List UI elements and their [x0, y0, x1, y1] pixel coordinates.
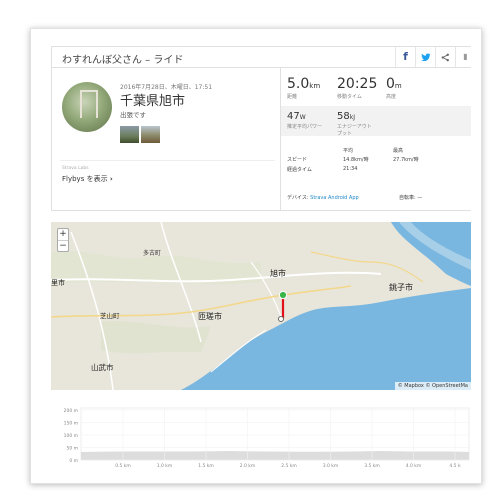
speed-label: スピード: [287, 157, 308, 163]
end-marker: [278, 316, 284, 322]
energy-value: 58: [337, 111, 350, 122]
energy-unit: kJ: [349, 114, 355, 121]
strava-labs-label: Strava Labs: [62, 166, 89, 171]
map-canvas[interactable]: 旭市 銚子市 匝瑳市 芝山町 山武市 多古町 里市: [51, 222, 471, 390]
stats-panel: 5.0km 距離 20:25 移動タイム 0m 高度 47W 推定平均パワー 5…: [281, 68, 471, 211]
twitter-icon[interactable]: [415, 47, 435, 67]
stat-moving-time: 20:25 移動タイム: [337, 76, 377, 100]
moving-time-label: 移動タイム: [337, 94, 362, 100]
power-label: 推定平均パワー: [287, 124, 323, 130]
like-icon[interactable]: ▮: [455, 47, 475, 67]
bike-value: —: [417, 195, 423, 201]
stat-distance: 5.0km 距離: [287, 76, 320, 100]
device-link[interactable]: Strava Android App: [310, 195, 359, 201]
zoom-out-button[interactable]: −: [58, 240, 68, 251]
photo-thumbnail[interactable]: [141, 126, 160, 143]
map-label-asahi: 旭市: [270, 268, 286, 278]
power-value: 47: [287, 111, 300, 122]
moving-time-value: 20:25: [337, 76, 378, 92]
divider: [60, 160, 275, 161]
elapsed-avg: 21:34: [343, 166, 358, 172]
map-label-tako: 多古町: [143, 249, 161, 257]
map-label-choshi: 銚子市: [389, 282, 413, 292]
zoom-in-button[interactable]: +: [58, 229, 68, 240]
bike-info: 自転車: —: [399, 194, 422, 201]
elevation-unit: m: [394, 82, 402, 90]
activity-header: わすれんぼ父さん – ライド f ▮: [51, 46, 471, 68]
y-tick-label: 150 m: [64, 421, 78, 427]
y-tick-label: 0 m: [69, 458, 78, 464]
activity-description: 出張です: [120, 111, 146, 119]
x-tick-label: 2.0 km: [240, 463, 256, 469]
bike-label: 自転車:: [399, 195, 416, 201]
share-icon[interactable]: [435, 47, 455, 67]
chevron-right-icon: ›: [109, 175, 113, 183]
power-unit: W: [299, 114, 306, 121]
activity-card: わすれんぼ父さん – ライド f ▮ 2016年7月28日、木曜日、17:51 …: [30, 28, 482, 484]
energy-label-line1: エナジーアウト: [337, 124, 372, 130]
x-tick-label: 1.0 km: [157, 463, 173, 469]
activity-content: わすれんぼ父さん – ライド f ▮ 2016年7月28日、木曜日、17:51 …: [51, 46, 481, 476]
x-tick-label: 0.5 km: [115, 463, 131, 469]
elevation-label: 高度: [386, 94, 397, 100]
distance-label: 距離: [287, 94, 298, 100]
table-header-max: 最高: [393, 148, 404, 154]
speed-avg: 14.8km/時: [343, 157, 369, 163]
device-label: デバイス:: [287, 195, 309, 201]
elevation-chart-canvas[interactable]: 200 m 150 m 100 m 50 m 0 m 0.5 km 1.0 km 1.5 k…: [51, 400, 471, 470]
activity-title: わすれんぼ父さん – ライド: [62, 55, 184, 66]
flybys-link[interactable]: Flybys を表示 ›: [62, 174, 113, 184]
elevation-profile: [81, 451, 469, 460]
flybys-link-text: Flybys を表示: [62, 175, 108, 183]
x-tick-label: 3.0 km: [323, 463, 339, 469]
elevation-value: 0: [386, 76, 395, 92]
map-attribution[interactable]: © Mapbox © OpenStreetMa: [394, 382, 471, 390]
route-map[interactable]: 旭市 銚子市 匝瑳市 芝山町 山武市 多古町 里市 + − © Mapbox ©…: [51, 222, 471, 390]
x-tick-label: 4.5 k: [449, 463, 461, 469]
map-label-sanmu: 山武市: [91, 362, 114, 372]
elevation-chart[interactable]: 200 m 150 m 100 m 50 m 0 m 0.5 km 1.0 km 1.5 k…: [51, 400, 471, 470]
x-tick-label: 4.0 km: [406, 463, 422, 469]
x-tick-label: 1.5 km: [198, 463, 214, 469]
map-label-sato: 里市: [51, 278, 65, 287]
table-header-avg: 平均: [343, 148, 354, 154]
photo-thumbnail[interactable]: [120, 126, 139, 143]
map-label-sosa: 匝瑳市: [198, 311, 222, 321]
zoom-control: + −: [57, 228, 69, 252]
map-label-shibayama: 芝山町: [100, 311, 120, 320]
avatar[interactable]: [62, 82, 112, 132]
stat-energy: 58kJ エナジーアウト プット: [337, 111, 372, 137]
y-tick-label: 100 m: [64, 433, 78, 439]
distance-value: 5.0: [287, 76, 310, 92]
activity-location: 千葉県旭市: [120, 94, 186, 109]
distance-unit: km: [309, 82, 321, 90]
device-info: デバイス: Strava Android App: [287, 194, 359, 201]
activity-info-panel: 2016年7月28日、木曜日、17:51 千葉県旭市 出張です Strava L…: [51, 68, 281, 211]
stat-elevation: 0m 高度: [386, 76, 402, 100]
energy-label-line2: プット: [337, 131, 353, 137]
y-tick-label: 50 m: [66, 446, 78, 452]
y-tick-label: 200 m: [64, 408, 78, 414]
x-tick-label: 3.5 km: [364, 463, 380, 469]
stat-power: 47W 推定平均パワー: [287, 111, 322, 130]
power-energy-box: 47W 推定平均パワー 58kJ エナジーアウト プット: [281, 106, 471, 137]
elapsed-label: 経過タイム: [287, 167, 312, 173]
start-marker: [278, 290, 288, 300]
speed-max: 27.7km/時: [393, 157, 419, 163]
facebook-icon[interactable]: f: [395, 47, 415, 67]
x-tick-label: 2.5 km: [281, 463, 297, 469]
